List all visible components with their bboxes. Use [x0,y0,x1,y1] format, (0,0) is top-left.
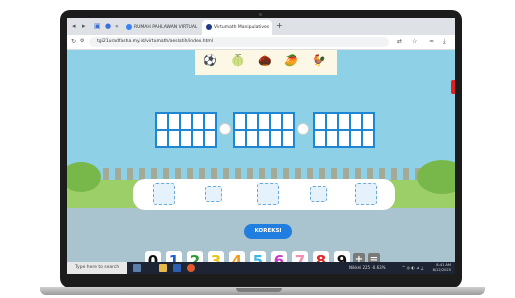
answer-slot-4[interactable] [310,186,327,202]
side-menu-button[interactable] [451,80,455,94]
reload-icon[interactable]: ↻ [71,38,76,45]
equals-button[interactable]: = [368,253,380,262]
number-tile-5[interactable]: 5 [250,251,266,262]
ball-icon[interactable]: ⚽ [203,54,217,68]
answer-slot-2[interactable] [205,186,222,202]
tab-scroll-icon[interactable]: « [115,23,119,30]
stock-ticker[interactable]: Nikkei 225 -0.63% [349,265,386,271]
tab-label: RUMAH PAHLAWAN VIRTUAL [134,25,198,30]
answer-slot-5[interactable] [355,183,377,205]
download-icon[interactable]: ⤓ [443,38,446,45]
plus-button[interactable]: + [353,253,365,262]
clock-date: 8/12/2025 [432,268,451,272]
address-bar: ↻ ⚙ tgi21uradfasha.my.id/virtumath/aesla… [67,35,455,50]
profile-icon[interactable]: ● [105,23,111,30]
back-icon[interactable]: ◂ [72,23,76,30]
number-tile-2[interactable]: 2 [187,251,203,262]
answer-slot-3[interactable] [257,183,279,205]
task-view-icon[interactable] [133,264,141,272]
virtumath-icon [206,23,212,30]
site-info-icon[interactable]: ⚙ [80,38,84,45]
new-tab-button[interactable]: + [276,22,283,30]
file-explorer-icon[interactable] [159,264,167,272]
store-icon[interactable] [173,264,181,272]
operator-slot-2[interactable] [297,123,309,135]
number-palette: 0 1 2 3 4 5 6 7 8 9 + = [145,249,390,262]
tab-virtumath[interactable]: Virtumath Manipulatives× [202,20,272,35]
chrome-icon[interactable] [187,264,195,272]
melon-icon[interactable]: 🍈 [231,54,245,68]
number-tile-3[interactable]: 3 [208,251,224,262]
virtumath-page: ⚽ 🍈 🌰 🥭 🐓 KOREKSI 0 1 2 3 4 5 6 7 8 9 + … [67,50,455,262]
forward-icon[interactable]: ▸ [82,23,86,30]
laptop-hinge-notch [236,288,282,292]
extensions-icon[interactable]: ≈ [429,38,434,45]
tab-search-icon[interactable]: ▣ [94,23,101,30]
tray-icons[interactable]: ^ ◎ ◐ ⊿ ⟂ [402,265,423,271]
taskbar-search[interactable]: Type here to search [67,262,127,274]
number-tile-9[interactable]: 9 [334,251,350,262]
number-tile-4[interactable]: 4 [229,251,245,262]
answer-slot-1[interactable] [153,183,175,205]
taskbar-clock[interactable]: 8:41 AM 8/12/2025 [425,263,451,273]
browser-tab-bar: ◂ ▸ ▣ ● « RUMAH PAHLAWAN VIRTUAL× Virtum… [67,18,455,35]
answer-panel [133,179,395,210]
number-tile-0[interactable]: 0 [145,251,161,262]
translate-icon[interactable]: ⇄ [397,38,402,45]
ten-frame-1[interactable] [155,112,217,148]
number-tile-8[interactable]: 8 [313,251,329,262]
ten-frame-3[interactable] [313,112,375,148]
nut-icon[interactable]: 🌰 [258,54,272,68]
object-palette: ⚽ 🍈 🌰 🥭 🐓 [195,50,337,75]
globe-icon [126,23,132,30]
laptop-screen: ◂ ▸ ▣ ● « RUMAH PAHLAWAN VIRTUAL× Virtum… [67,18,455,274]
number-tile-6[interactable]: 6 [271,251,287,262]
bookmark-star-icon[interactable]: ☆ [412,38,417,45]
koreksi-button[interactable]: KOREKSI [244,224,292,239]
windows-taskbar: Type here to search Nikkei 225 -0.63% ^ … [67,262,455,274]
operator-slot-1[interactable] [219,123,231,135]
url-field[interactable]: tgi21uradfasha.my.id/virtumath/aeslatih/… [89,37,389,47]
chicken-icon[interactable]: 🐓 [312,54,326,68]
webcam-icon [259,13,262,16]
tab-label: Virtumath Manipulatives [214,25,270,30]
mango-icon[interactable]: 🥭 [284,54,298,68]
tab-rumah-pahlawan[interactable]: RUMAH PAHLAWAN VIRTUAL× [122,20,199,35]
number-tile-1[interactable]: 1 [166,251,182,262]
number-tile-7[interactable]: 7 [292,251,308,262]
ten-frame-2[interactable] [233,112,295,148]
